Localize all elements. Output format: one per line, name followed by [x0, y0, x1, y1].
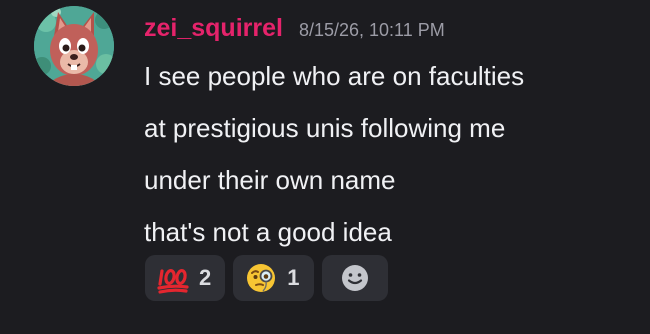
reaction-count: 1: [287, 265, 300, 290]
add-reaction-button[interactable]: [321, 255, 388, 301]
reactions-bar: 2 1: [145, 255, 388, 301]
message-line: under their own name: [144, 165, 396, 195]
avatar[interactable]: [34, 6, 114, 86]
face-with-monocle-emoji-icon: [245, 262, 277, 294]
reaction-count: 2: [199, 265, 212, 290]
chat-message: zei_squirrel 8/15/26, 10:11 PM I see peo…: [0, 0, 650, 334]
hundred-points-emoji-icon: [157, 262, 189, 294]
add-reaction-smiley-icon: [339, 262, 371, 294]
squirrel-avatar-icon: [34, 6, 114, 86]
message-header: zei_squirrel 8/15/26, 10:11 PM: [144, 8, 445, 48]
message-line: I see people who are on faculties: [144, 61, 525, 91]
reaction-face-with-monocle[interactable]: 1: [233, 255, 314, 301]
message-line: that's not a good idea: [144, 217, 392, 247]
reaction-hundred-points[interactable]: 2: [145, 255, 226, 301]
message-body: I see people who are on faculties at pre…: [144, 50, 634, 258]
username[interactable]: zei_squirrel: [144, 8, 283, 48]
timestamp: 8/15/26, 10:11 PM: [298, 20, 445, 40]
message-line: at prestigious unis following me: [144, 113, 506, 143]
